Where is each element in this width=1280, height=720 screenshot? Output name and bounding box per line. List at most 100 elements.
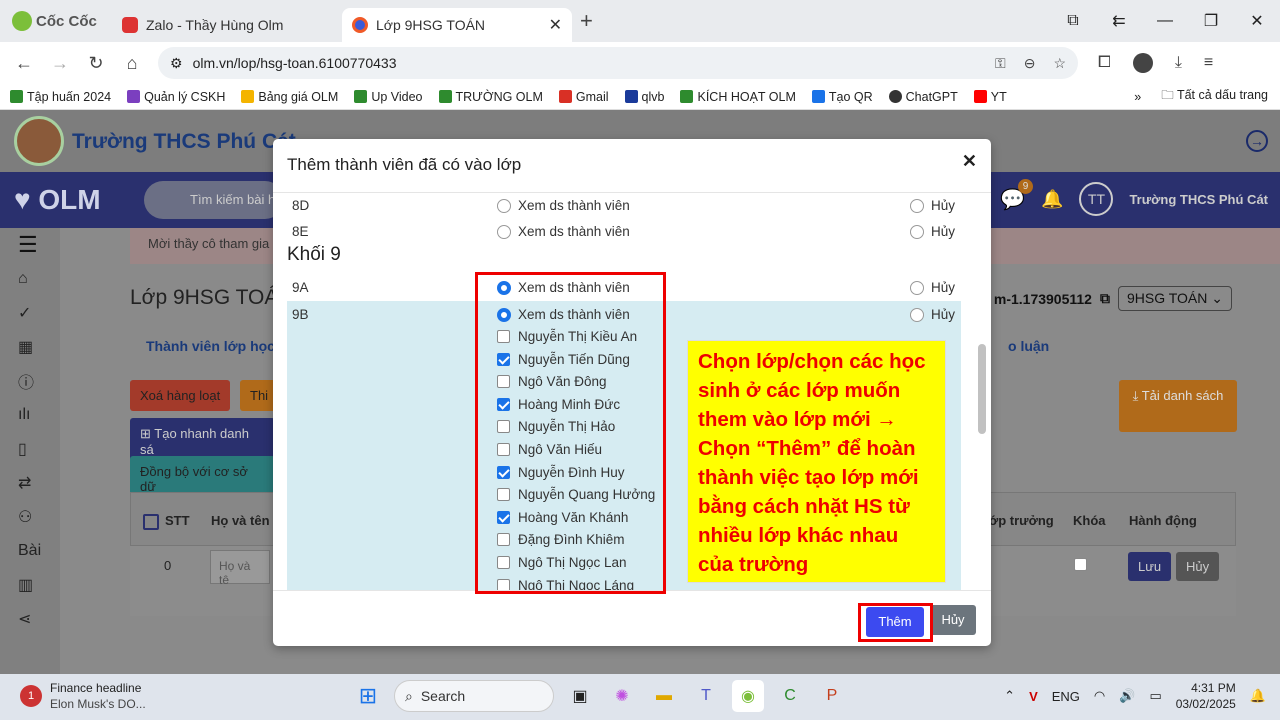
- bookmark-item[interactable]: Up Video: [354, 90, 423, 104]
- bookmark-icon: [680, 90, 694, 103]
- task-view-icon[interactable]: ▣: [564, 680, 596, 712]
- tab-discussion[interactable]: o luận: [1008, 338, 1049, 354]
- news-widget[interactable]: 1 Finance headline Elon Musk's DO...: [20, 680, 146, 712]
- share-icon[interactable]: ⋖: [0, 602, 60, 636]
- chat-icon[interactable]: 💬 9: [1000, 178, 1034, 212]
- cancel-button[interactable]: Hủy: [930, 605, 976, 635]
- site-info-icon[interactable]: ⚙: [170, 55, 183, 72]
- olm-logo[interactable]: ♥ OLM: [14, 184, 101, 216]
- stats-icon[interactable]: ılı: [0, 398, 60, 432]
- avatar[interactable]: TT: [1079, 182, 1114, 216]
- bookmark-item[interactable]: qlvb: [624, 90, 664, 104]
- download-icon[interactable]: ⤓: [1175, 54, 1182, 72]
- taskbar-search[interactable]: ⌕ Search: [394, 680, 554, 712]
- bookmark-item[interactable]: ChatGPT: [888, 90, 958, 104]
- clock[interactable]: 4:31 PM 03/02/2025: [1176, 680, 1236, 712]
- language-indicator[interactable]: ENG: [1052, 689, 1080, 704]
- maximize-icon[interactable]: ❐: [1188, 11, 1234, 31]
- screenshot-icon[interactable]: ⧉: [1050, 12, 1096, 30]
- teams-icon[interactable]: T: [690, 680, 722, 712]
- volume-icon[interactable]: 🔊: [1119, 688, 1135, 704]
- windows-start-icon[interactable]: ⊞: [352, 680, 384, 712]
- bookmark-label: Tạo QR: [828, 89, 873, 104]
- bell-icon[interactable]: 🔔: [1041, 189, 1063, 210]
- all-bookmarks[interactable]: 🗀 Tất cả dấu trang: [1161, 86, 1268, 107]
- download-list-button[interactable]: ⤓ Tải danh sách: [1119, 380, 1237, 432]
- book-icon[interactable]: ▯: [0, 432, 60, 466]
- close-tab-icon[interactable]: ✕: [549, 15, 562, 35]
- tab-olm[interactable]: Lớp 9HSG TOÁN ✕: [342, 8, 572, 42]
- bookmark-item[interactable]: Tập huấn 2024: [10, 90, 111, 104]
- select-all-checkbox[interactable]: [143, 513, 159, 530]
- copy-icon[interactable]: ⧉: [1100, 290, 1110, 307]
- menu-icon[interactable]: ≡: [1204, 54, 1213, 72]
- view-members-radio[interactable]: Xem ds thành viên: [497, 198, 630, 213]
- chevron-up-icon[interactable]: ⌃: [1004, 688, 1015, 704]
- url-field[interactable]: ⚙ olm.vn/lop/hsg-toan.6100770433 ⚿ ⊖ ☆: [158, 47, 1078, 79]
- class-label: 9A: [292, 280, 309, 295]
- radio-label: Hủy: [931, 307, 956, 322]
- battery-icon[interactable]: ▭: [1149, 688, 1161, 704]
- time: 4:31 PM: [1191, 681, 1236, 695]
- notification-bell-icon[interactable]: 🔔: [1250, 688, 1266, 704]
- bookmark-item[interactable]: TRƯỜNG OLM: [438, 90, 543, 104]
- save-button[interactable]: Lưu: [1128, 552, 1172, 581]
- key-icon[interactable]: ⚿: [995, 55, 1006, 72]
- close-icon[interactable]: ✕: [962, 151, 977, 172]
- cancel-radio[interactable]: Hủy: [910, 198, 955, 213]
- back-history-icon[interactable]: ⇇: [1096, 11, 1142, 31]
- profile-icon[interactable]: [1132, 53, 1153, 73]
- bookmark-item[interactable]: Bảng giá OLM: [241, 90, 338, 104]
- bookmark-item[interactable]: KÍCH HOẠT OLM: [680, 90, 796, 104]
- search-input[interactable]: Tìm kiếm bài h: [144, 181, 284, 219]
- class-select[interactable]: 9HSG TOÁN ⌄: [1117, 286, 1232, 311]
- vietkey-icon[interactable]: V: [1029, 689, 1038, 704]
- hamburger-icon[interactable]: ☰: [0, 228, 60, 262]
- grid-icon[interactable]: ▦: [0, 330, 60, 364]
- tab-members[interactable]: Thành viên lớp học: [146, 338, 275, 354]
- star-icon[interactable]: ☆: [1053, 55, 1066, 72]
- bookmark-item[interactable]: Quản lý CSKH: [127, 90, 225, 104]
- home-icon[interactable]: ⌂: [0, 262, 60, 296]
- name-input[interactable]: Họ và tê: [210, 550, 270, 587]
- camtasia-icon[interactable]: C: [774, 680, 806, 712]
- news-badge: 1: [27, 690, 35, 702]
- tab-zalo[interactable]: Zalo - Thầy Hùng Olm: [112, 8, 342, 42]
- add-user-icon[interactable]: ⚇: [0, 500, 60, 534]
- bookmark-item[interactable]: YT: [973, 90, 1007, 104]
- powerpoint-icon[interactable]: P: [816, 680, 848, 712]
- info-icon[interactable]: ⓘ: [0, 364, 60, 398]
- back-icon[interactable]: ←: [6, 53, 42, 74]
- cancel-radio[interactable]: Hủy: [910, 224, 955, 239]
- view-members-radio[interactable]: Xem ds thành viên: [497, 224, 630, 239]
- bulk-delete-button[interactable]: Xoá hàng loạt: [130, 380, 231, 411]
- modal-scrollbar[interactable]: [978, 344, 986, 434]
- close-window-icon[interactable]: ✕: [1234, 11, 1280, 31]
- cancel-row-button[interactable]: Hủy: [1176, 552, 1220, 581]
- wifi-icon[interactable]: ◠: [1094, 688, 1105, 704]
- arrow-right-icon[interactable]: →: [1246, 130, 1268, 152]
- bookmark-item[interactable]: Tạo QR: [811, 89, 873, 104]
- sync-icon[interactable]: ⇄: [0, 466, 60, 500]
- bookmark-item[interactable]: Gmail: [558, 90, 609, 104]
- file-explorer-icon[interactable]: ▬: [648, 680, 680, 712]
- check-icon[interactable]: ✓: [0, 296, 60, 330]
- reload-icon[interactable]: ↻: [78, 53, 114, 74]
- extensions-icon[interactable]: ⧠: [1098, 54, 1111, 72]
- lock-checkbox[interactable]: [1074, 558, 1087, 571]
- chart-icon[interactable]: ▥: [0, 568, 60, 602]
- user-name[interactable]: Trường THCS Phú Cát: [1129, 192, 1268, 207]
- coccoc-logo[interactable]: Cốc Cốc: [12, 11, 112, 31]
- new-tab-icon[interactable]: +: [580, 8, 593, 34]
- sidebar-item-bai[interactable]: Bài: [0, 534, 60, 568]
- olm-logo-icon: ♥: [14, 184, 31, 215]
- minimize-icon[interactable]: —: [1142, 12, 1188, 30]
- cancel-radio[interactable]: Hủy: [910, 307, 955, 322]
- zoom-out-icon[interactable]: ⊖: [1024, 55, 1036, 72]
- more-bookmarks-icon[interactable]: »: [1134, 90, 1141, 104]
- cancel-radio[interactable]: Hủy: [910, 280, 955, 295]
- coccoc-taskbar-icon[interactable]: ◉: [732, 680, 764, 712]
- home-icon[interactable]: ⌂: [114, 53, 150, 74]
- forward-icon[interactable]: →: [42, 53, 78, 74]
- copilot-icon[interactable]: ✺: [606, 680, 638, 712]
